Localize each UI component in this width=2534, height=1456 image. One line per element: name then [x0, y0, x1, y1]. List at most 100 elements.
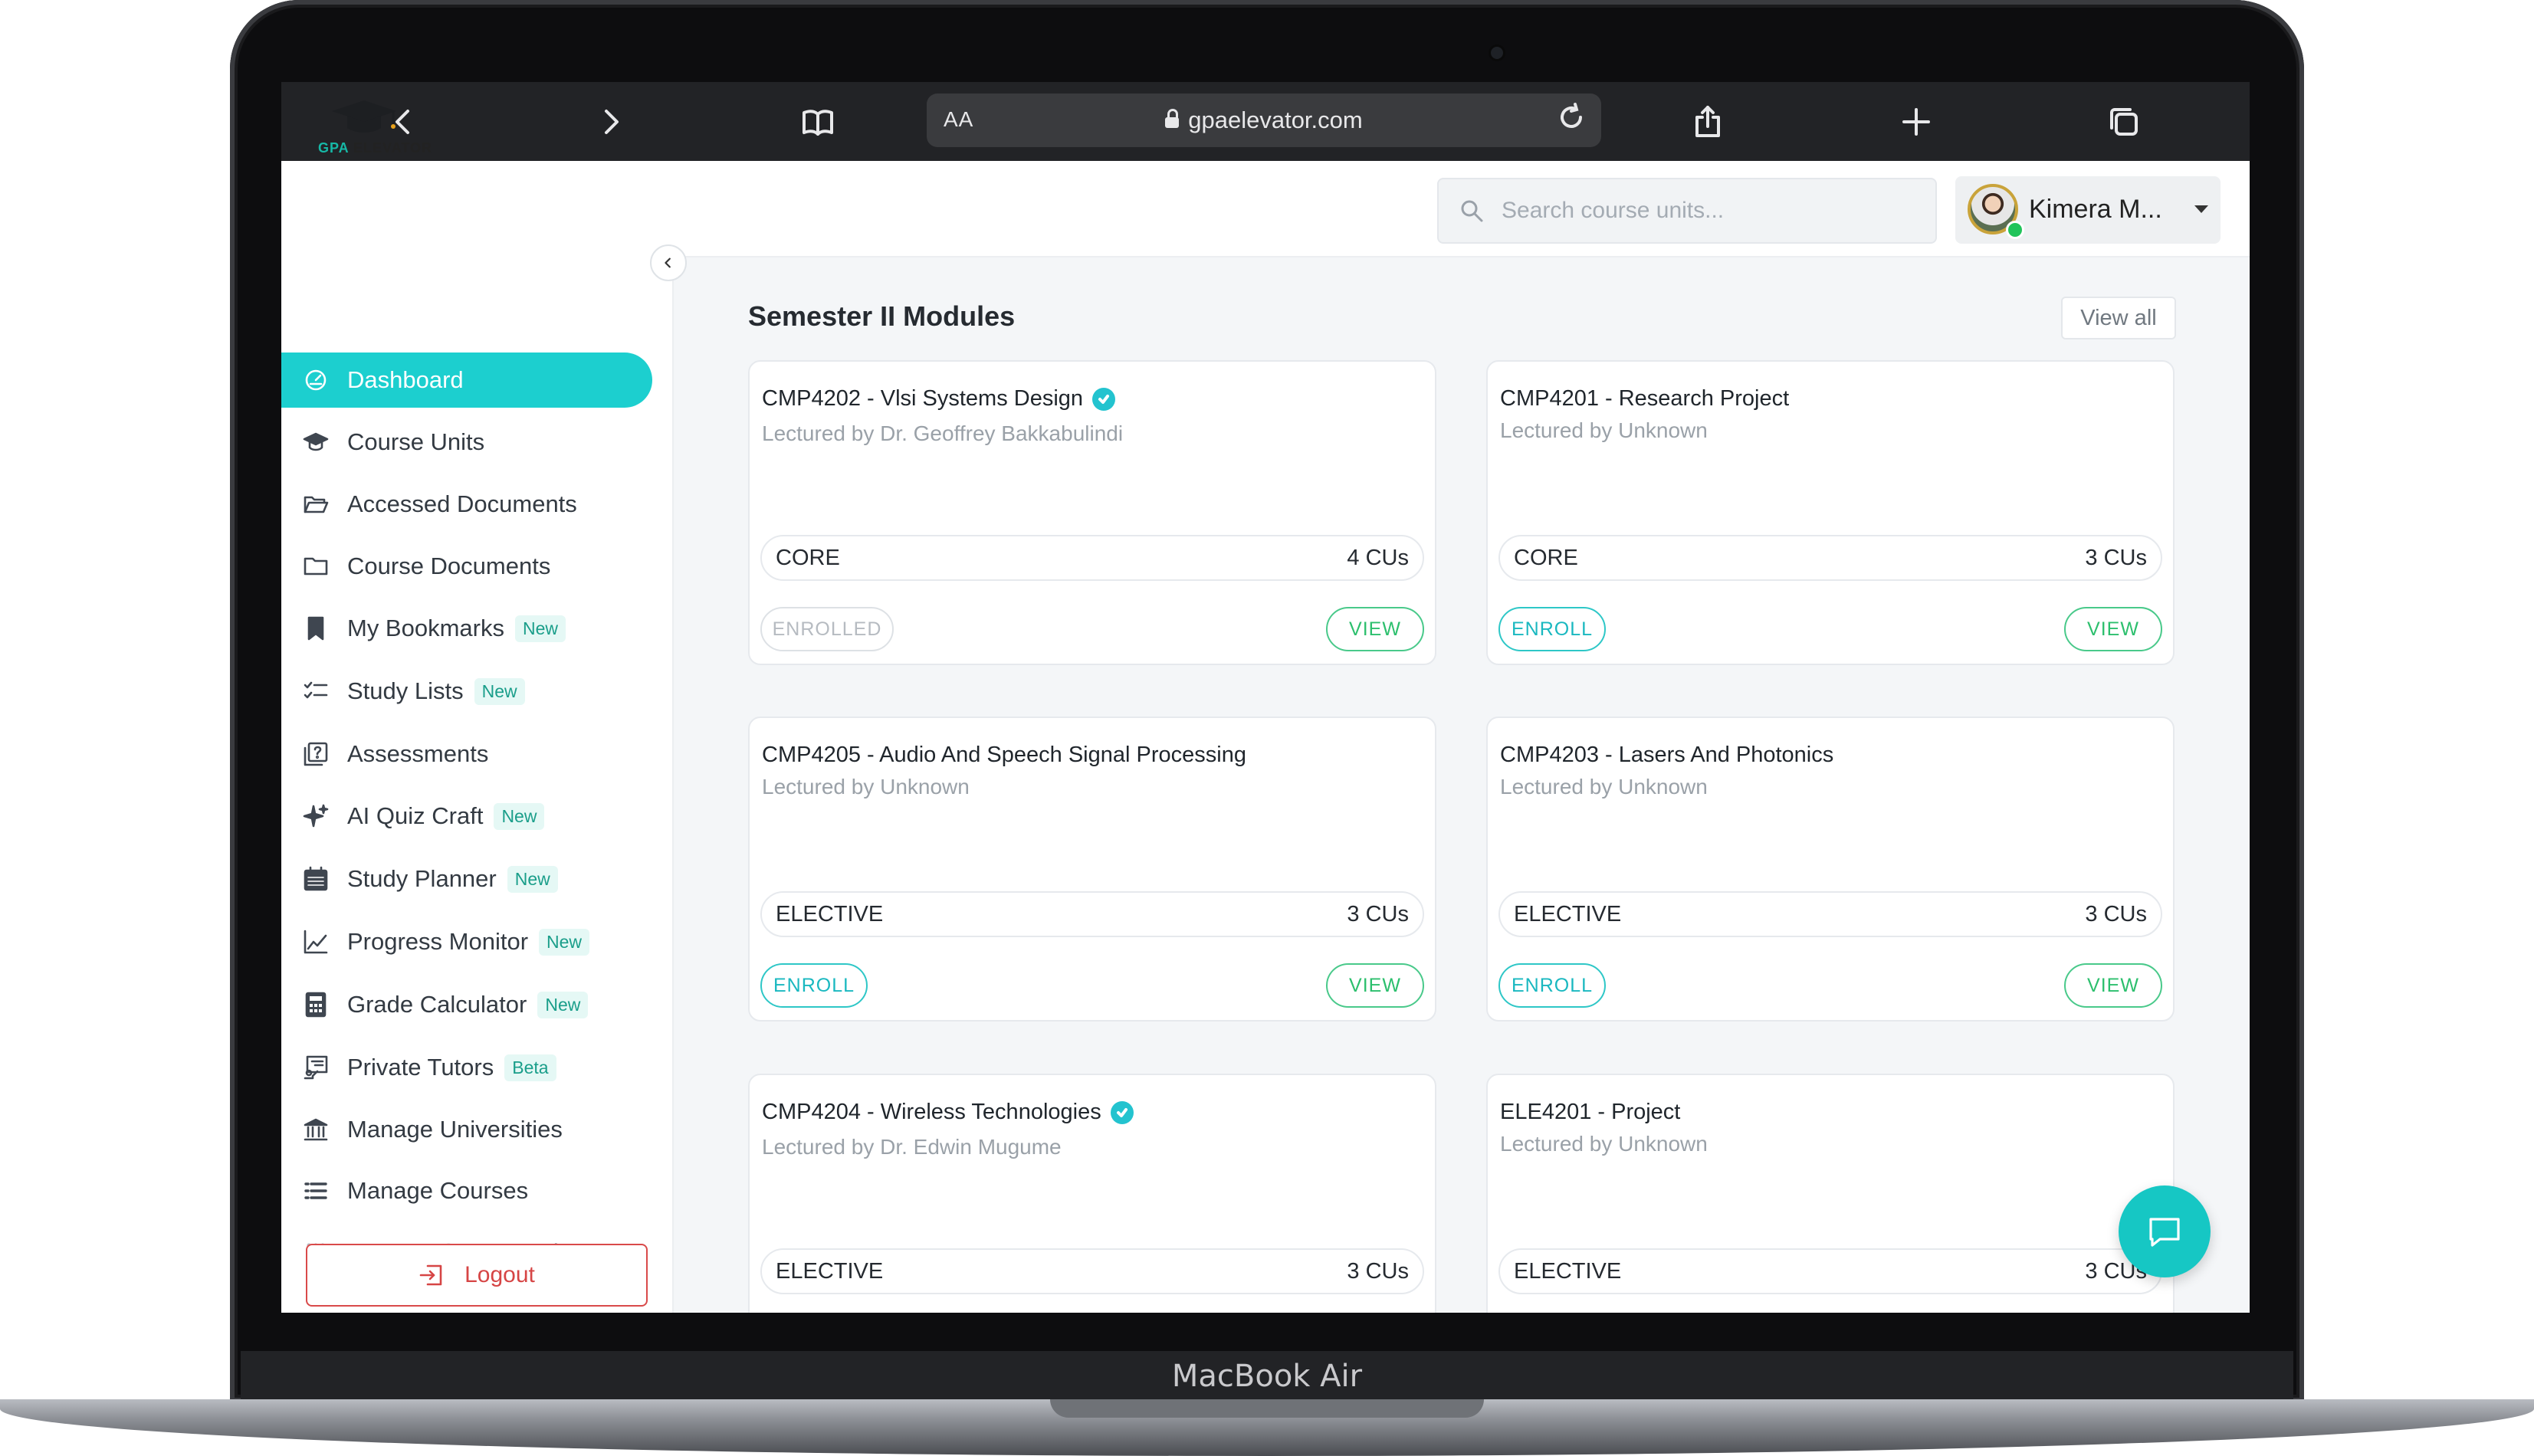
enrolled-button[interactable]: ENROLLED — [760, 607, 894, 651]
gpa-elevator-logo[interactable]: GPA ELEVATOR — [318, 97, 432, 162]
device-label: MacBook Air — [1171, 1359, 1363, 1394]
course-info-row: ELECTIVE 3 CUs — [760, 891, 1424, 937]
course-type: ELECTIVE — [776, 1258, 884, 1284]
logout-icon — [419, 1264, 442, 1286]
enroll-button[interactable]: ENROLL — [760, 963, 868, 1008]
sidebar-item-course-documents[interactable]: Course Documents — [281, 539, 654, 594]
chat-button[interactable] — [2119, 1185, 2211, 1277]
course-card: CMP4205 - Audio And Speech Signal Proces… — [748, 717, 1436, 1021]
url-value: gpaelevator.com — [1188, 107, 1363, 133]
laptop-base — [0, 1399, 2534, 1456]
course-info-row: ELECTIVE 3 CUs — [760, 1248, 1424, 1294]
view-button[interactable]: VIEW — [2064, 963, 2162, 1008]
forward-icon[interactable] — [589, 100, 632, 143]
sidebar-item-label: Study Lists — [347, 677, 464, 704]
course-credits: 3 CUs — [1347, 1258, 1409, 1284]
laptop-notch — [1050, 1399, 1484, 1418]
lecturer-text: Lectured by Unknown — [1500, 775, 1708, 799]
bookmark-icon — [303, 615, 329, 641]
url-text: gpaelevator.com — [927, 107, 1601, 134]
sidebar-item-label: Study Planner — [347, 865, 497, 892]
gauge-icon — [303, 367, 329, 393]
course-title: CMP4201 - Research Project — [1500, 386, 1790, 411]
sidebar: Dashboard Course Units Accessed Document… — [281, 256, 674, 1313]
sidebar-item-label: Dashboard — [347, 366, 464, 393]
browser-toolbar: AA gpaelevator.com — [281, 82, 2250, 161]
logout-label: Logout — [464, 1262, 535, 1287]
chevron-left-icon — [665, 257, 671, 268]
course-info-row: CORE 3 CUs — [1498, 535, 2162, 581]
course-credits: 4 CUs — [1347, 545, 1409, 570]
view-button[interactable]: VIEW — [1326, 963, 1424, 1008]
course-type: ELECTIVE — [776, 901, 884, 926]
sidebar-item-label: Private Tutors — [347, 1054, 494, 1081]
sidebar-item-course-units[interactable]: Course Units — [281, 415, 654, 470]
online-status-dot — [2006, 221, 2024, 239]
university-icon — [303, 1117, 329, 1143]
search-box[interactable] — [1437, 178, 1937, 244]
search-input[interactable] — [1500, 193, 1917, 228]
sidebar-item-study-planner[interactable]: Study Planner New — [281, 851, 654, 907]
course-card: CMP4203 - Lasers And Photonics Lectured … — [1486, 717, 2175, 1021]
calculator-icon — [303, 992, 329, 1018]
laptop-chin: MacBook Air — [241, 1351, 2293, 1402]
sidebar-item-progress-monitor[interactable]: Progress Monitor New — [281, 914, 654, 969]
course-card: ELE4201 - Project Lectured by Unknown EL… — [1486, 1074, 2175, 1313]
caret-down-icon[interactable] — [2194, 205, 2208, 213]
sidebar-item-study-lists[interactable]: Study Lists New — [281, 664, 654, 719]
new-badge: New — [539, 928, 590, 956]
sidebar-item-ai-quiz-craft[interactable]: AI Quiz Craft New — [281, 789, 654, 844]
list-icon — [303, 1178, 329, 1204]
sidebar-item-assessments[interactable]: Assessments — [281, 726, 654, 782]
address-bar[interactable]: AA gpaelevator.com — [927, 93, 1601, 147]
sidebar-item-manage-universities[interactable]: Manage Universities — [281, 1102, 654, 1157]
beta-badge: Beta — [504, 1054, 556, 1081]
sidebar-item-label: Grade Calculator — [347, 991, 527, 1018]
folder-open-icon — [303, 491, 329, 517]
tabs-overview-icon[interactable] — [2102, 100, 2145, 143]
course-card: CMP4202 - Vlsi Systems Design Lectured b… — [748, 360, 1436, 665]
verified-check-icon — [1092, 387, 1116, 411]
enroll-button[interactable]: ENROLL — [1498, 607, 1606, 651]
course-type: ELECTIVE — [1514, 901, 1622, 926]
course-credits: 3 CUs — [2085, 901, 2147, 926]
screen: AA gpaelevator.com GPA ELEVATOR Search c… — [281, 82, 2250, 1313]
sidebar-item-private-tutors[interactable]: Private Tutors Beta — [281, 1040, 654, 1095]
course-type: CORE — [776, 545, 840, 570]
search-icon — [1461, 200, 1483, 222]
enroll-button[interactable]: ENROLL — [1498, 963, 1606, 1008]
sidebar-item-my-bookmarks[interactable]: My Bookmarks New — [281, 601, 654, 656]
sidebar-item-grade-calculator[interactable]: Grade Calculator New — [281, 977, 654, 1032]
sidebar-item-label: My Bookmarks — [347, 615, 504, 641]
bookmarks-book-icon[interactable] — [796, 100, 839, 143]
sidebar-item-label: Course Documents — [347, 553, 551, 579]
course-title: CMP4204 - Wireless Technologies — [762, 1100, 1134, 1125]
reload-icon[interactable] — [1555, 101, 1592, 138]
view-button[interactable]: VIEW — [1326, 607, 1424, 651]
logout-button[interactable]: Logout — [306, 1244, 648, 1307]
sidebar-item-label: Accessed Documents — [347, 490, 577, 517]
view-all-button[interactable]: View all — [2061, 297, 2176, 339]
user-menu[interactable]: Kimera M... — [1955, 176, 2221, 244]
course-title: CMP4202 - Vlsi Systems Design — [762, 386, 1116, 412]
share-icon[interactable] — [1686, 100, 1729, 143]
view-button[interactable]: VIEW — [2064, 607, 2162, 651]
lecturer-text: Lectured by Dr. Geoffrey Bakkabulindi — [762, 421, 1124, 445]
sidebar-item-accessed-documents[interactable]: Accessed Documents — [281, 477, 654, 532]
sidebar-item-label: Course Units — [347, 428, 485, 455]
lecturer-text: Lectured by Dr. Edwin Mugume — [762, 1135, 1062, 1159]
course-info-row: ELECTIVE 3 CUs — [1498, 891, 2162, 937]
sidebar-item-manage-courses[interactable]: Manage Courses — [281, 1163, 654, 1218]
presentation-icon — [303, 1054, 329, 1081]
course-info-row: ELECTIVE 3 CUs — [1498, 1248, 2162, 1294]
chat-bubble-icon — [2149, 1218, 2180, 1247]
new-tab-icon[interactable] — [1895, 100, 1938, 143]
sidebar-collapse-button[interactable] — [650, 244, 687, 281]
lecturer-text: Lectured by Unknown — [1500, 1132, 1708, 1156]
sidebar-item-dashboard[interactable]: Dashboard — [281, 353, 652, 408]
sidebar-item-label: Progress Monitor — [347, 928, 529, 955]
sidebar-item-label: Manage Universities — [347, 1116, 563, 1143]
new-badge: New — [514, 615, 566, 642]
course-card: CMP4201 - Research Project Lectured by U… — [1486, 360, 2175, 665]
app-header — [281, 161, 2250, 257]
